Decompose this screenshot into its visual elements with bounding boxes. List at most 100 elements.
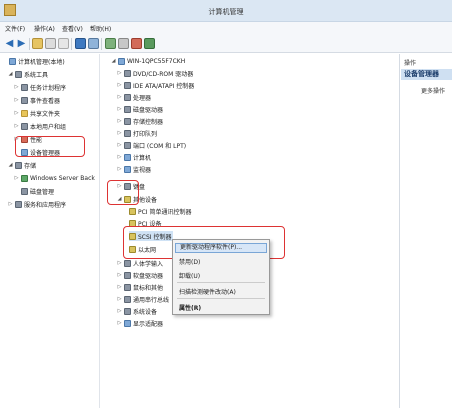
- device-item-usb[interactable]: ▷ 通用串行总线: [117, 294, 169, 304]
- help-icon[interactable]: [75, 38, 86, 49]
- computer-icon: [118, 57, 125, 65]
- tree-item-services-apps[interactable]: ▷ 服务和应用程序: [8, 199, 66, 209]
- tree-arrow[interactable]: ▷: [117, 142, 122, 148]
- display-icon: [124, 319, 131, 327]
- tree-label: 打印队列: [133, 130, 158, 138]
- device-item-computer[interactable]: ▷ 计算机: [117, 152, 151, 162]
- tree-arrow[interactable]: ▷: [117, 118, 122, 124]
- device-tree-root[interactable]: ◢ WIN-1QPC55F7CKH: [111, 56, 185, 66]
- tree-item-shared-folders[interactable]: ▷ 共享文件夹: [14, 108, 60, 118]
- folder-up-icon[interactable]: [32, 38, 43, 49]
- device-item-dvd[interactable]: ▷ DVD/CD-ROM 驱动器: [117, 68, 193, 78]
- printer-icon: [124, 129, 131, 137]
- device-item-print-queue[interactable]: ▷ 打印队列: [117, 128, 157, 138]
- tree-item-disk-management[interactable]: 磁盘管理: [14, 186, 54, 196]
- event-icon: [21, 96, 28, 104]
- tree-item-storage[interactable]: ◢ 存储: [8, 160, 36, 170]
- tree-arrow[interactable]: ▷: [14, 175, 19, 181]
- mouse-icon: [124, 283, 131, 291]
- tree-label: 端口 (COM 和 LPT): [133, 142, 187, 150]
- tree-label: 监视器: [133, 166, 152, 174]
- tree-arrow[interactable]: ▷: [117, 154, 122, 160]
- tree-item-task-scheduler[interactable]: ▷ 任务计划程序: [14, 82, 66, 92]
- device-item-cpu[interactable]: ▷ 处理器: [117, 92, 151, 102]
- ctx-scan-hardware[interactable]: 扫描检测硬件改动(A): [179, 287, 236, 296]
- tree-item-local-users[interactable]: ▷ 本地用户和组: [14, 121, 66, 131]
- update-driver-icon[interactable]: [118, 38, 129, 49]
- ctx-disable[interactable]: 禁用(D): [179, 257, 200, 266]
- tools-icon: [15, 70, 22, 78]
- tree-arrow[interactable]: ▷: [14, 97, 19, 103]
- tree-item-system-tools[interactable]: ◢ 系统工具: [8, 69, 48, 79]
- tree-item-computer-management[interactable]: 计算机管理(本地): [2, 56, 65, 66]
- toolbar: ◀ ▶: [0, 35, 452, 53]
- tree-label: 服务和应用程序: [24, 201, 67, 209]
- tree-arrow[interactable]: ▷: [117, 260, 122, 266]
- storage-controller-icon: [124, 117, 131, 125]
- more-actions-link[interactable]: 更多操作: [421, 86, 445, 95]
- tree-item-event-viewer[interactable]: ▷ 事件查看器: [14, 95, 60, 105]
- tree-label: 显示适配器: [133, 320, 164, 328]
- tree-arrow[interactable]: ▷: [117, 284, 122, 290]
- ctx-uninstall[interactable]: 卸载(U): [179, 271, 200, 280]
- tree-arrow[interactable]: ▷: [14, 84, 19, 90]
- tree-arrow[interactable]: ◢: [8, 71, 13, 77]
- device-item-ide[interactable]: ▷ IDE ATA/ATAPI 控制器: [117, 80, 194, 90]
- device-item-ports[interactable]: ▷ 端口 (COM 和 LPT): [117, 140, 186, 150]
- menu-view[interactable]: 查看(V): [62, 24, 83, 33]
- properties-icon[interactable]: [58, 38, 69, 49]
- tree-arrow[interactable]: ▷: [117, 296, 122, 302]
- menu-help[interactable]: 帮助(H): [90, 24, 111, 33]
- tree-arrow[interactable]: ▷: [117, 106, 122, 112]
- tree-arrow[interactable]: ▷: [117, 94, 122, 100]
- tree-arrow[interactable]: ▷: [14, 123, 19, 129]
- actions-pane: 操作 设备管理器 更多操作: [401, 54, 452, 408]
- enable-icon[interactable]: [144, 38, 155, 49]
- tree-label: 共享文件夹: [30, 110, 61, 118]
- device-item-system[interactable]: ▷ 系统设备: [117, 306, 157, 316]
- tree-arrow[interactable]: ▷: [8, 201, 13, 207]
- device-item-hid[interactable]: ▷ 人体学输入: [117, 258, 163, 268]
- tree-label: 磁盘管理: [30, 188, 55, 196]
- ide-icon: [124, 81, 131, 89]
- back-arrow-icon[interactable]: ◀: [4, 38, 15, 49]
- tree-arrow[interactable]: ▷: [117, 82, 122, 88]
- usb-icon: [124, 295, 131, 303]
- menu-bar: 文件(F) 操作(A) 查看(V) 帮助(H): [0, 22, 452, 35]
- tree-arrow[interactable]: ◢: [8, 162, 13, 168]
- tree-arrow[interactable]: ▷: [117, 320, 122, 326]
- tree-label: WIN-1QPC55F7CKH: [127, 57, 186, 65]
- device-item-mouse[interactable]: ▷ 鼠标和其他: [117, 282, 163, 292]
- tree-item-windows-server-backup[interactable]: ▷ Windows Server Back: [14, 173, 95, 183]
- device-item-monitor[interactable]: ▷ 监视器: [117, 164, 151, 174]
- device-item-disk[interactable]: ▷ 磁盘驱动器: [117, 104, 163, 114]
- menu-action[interactable]: 操作(A): [34, 24, 55, 33]
- scan-hardware-icon[interactable]: [105, 38, 116, 49]
- title-bar: 计算机管理: [0, 0, 452, 22]
- computer-icon: [124, 153, 131, 161]
- warning-device-icon: [129, 207, 136, 215]
- device-item-storage-controller[interactable]: ▷ 存储控制器: [117, 116, 163, 126]
- tree-label: PCI 简单通讯控制器: [138, 208, 192, 216]
- ctx-update-driver[interactable]: 更新驱动程序软件(P)...: [175, 243, 267, 253]
- tree-arrow[interactable]: ▷: [117, 130, 122, 136]
- clock-icon: [21, 83, 28, 91]
- tree-arrow[interactable]: ▷: [117, 166, 122, 172]
- ctx-separator: [177, 282, 265, 283]
- tree-arrow[interactable]: ▷: [14, 110, 19, 116]
- view-icon[interactable]: [88, 38, 99, 49]
- port-icon: [124, 141, 131, 149]
- actions-section-title[interactable]: 设备管理器: [401, 69, 452, 80]
- menu-file[interactable]: 文件(F): [5, 24, 25, 33]
- tree-arrow[interactable]: ◢: [111, 58, 116, 64]
- device-item-pci-comm[interactable]: PCI 简单通讯控制器: [129, 206, 192, 216]
- device-item-floppy[interactable]: ▷ 软盘驱动器: [117, 270, 163, 280]
- tree-arrow[interactable]: ▷: [117, 308, 122, 314]
- device-item-display[interactable]: ▷ 显示适配器: [117, 318, 163, 328]
- show-hide-tree-icon[interactable]: [45, 38, 56, 49]
- tree-arrow[interactable]: ▷: [117, 70, 122, 76]
- forward-arrow-icon[interactable]: ▶: [16, 38, 27, 49]
- tree-arrow[interactable]: ▷: [117, 272, 122, 278]
- ctx-properties[interactable]: 属性(R): [179, 303, 201, 312]
- uninstall-icon[interactable]: [131, 38, 142, 49]
